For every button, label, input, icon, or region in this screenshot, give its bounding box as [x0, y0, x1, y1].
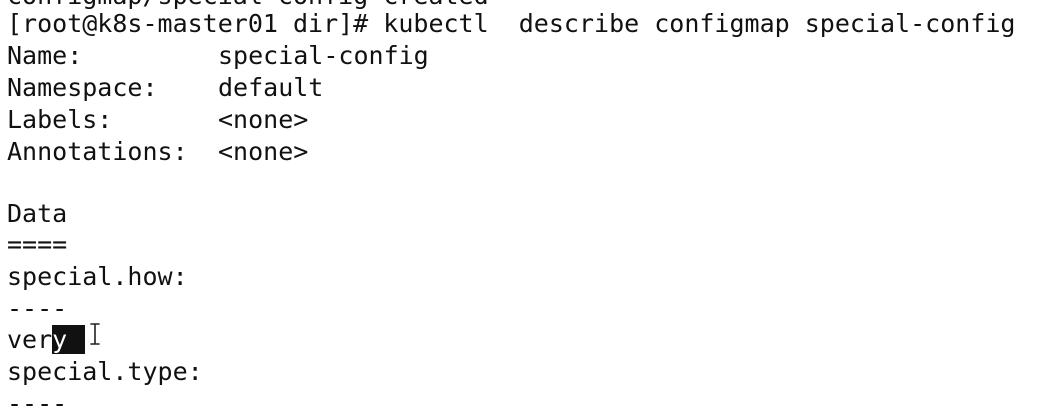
entry-key-special-how: special.how:	[7, 262, 188, 291]
entry-key-special-type: special.type:	[7, 357, 203, 386]
field-value: default	[218, 73, 324, 102]
field-value: special-config	[218, 41, 429, 70]
entry-separator: ----	[7, 294, 68, 323]
field-value: <none>	[218, 137, 309, 166]
shell-prompt: [root@k8s-master01 dir]#	[7, 9, 384, 38]
field-label: Name:	[7, 41, 83, 70]
value-text: ver	[7, 325, 53, 354]
terminal-window[interactable]: configmap/special-config created [root@k…	[0, 0, 1052, 420]
field-row-name: Name: special-config	[7, 40, 429, 71]
field-label: Labels:	[7, 105, 113, 134]
field-label: Annotations:	[7, 137, 188, 166]
text-cursor-icon	[90, 323, 100, 345]
entry-separator: ----	[7, 389, 68, 418]
command-line: [root@k8s-master01 dir]# kubectl describ…	[7, 8, 1015, 39]
data-section-header: Data	[7, 199, 68, 228]
entry-value-special-how[interactable]: very	[7, 324, 86, 355]
field-row-annotations: Annotations: <none>	[7, 136, 308, 167]
selected-text[interactable]: y	[52, 325, 86, 354]
field-value: <none>	[218, 105, 309, 134]
data-section-rule: ====	[7, 230, 68, 259]
command-text: kubectl describe configmap special-confi…	[383, 9, 1016, 38]
field-row-labels: Labels: <none>	[7, 104, 308, 135]
field-row-namespace: Namespace: default	[7, 72, 323, 103]
field-label: Namespace:	[7, 73, 158, 102]
